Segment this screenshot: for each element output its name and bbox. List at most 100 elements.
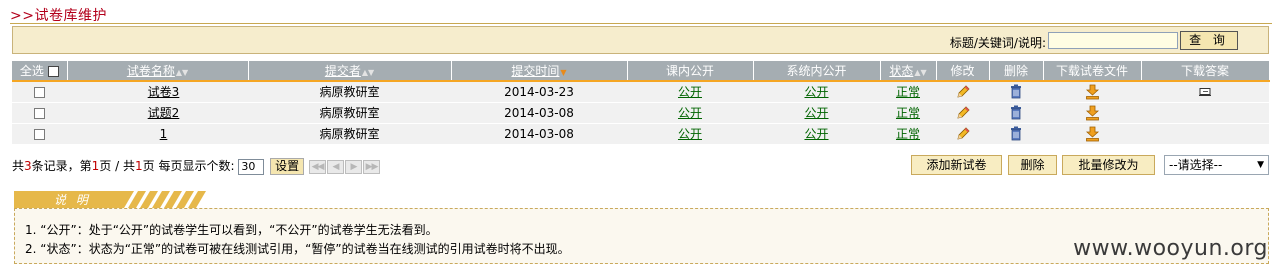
row-checkbox[interactable] bbox=[34, 107, 45, 119]
trash-icon[interactable] bbox=[1009, 105, 1023, 120]
status-cell: 正常 bbox=[880, 80, 936, 103]
row-checkbox[interactable] bbox=[34, 128, 45, 140]
pager-page-suffix: 页 / 共 bbox=[99, 159, 135, 173]
sort-icon[interactable]: ▲▼ bbox=[362, 68, 374, 77]
search-input[interactable] bbox=[1048, 32, 1178, 49]
download-icon[interactable] bbox=[1085, 126, 1100, 142]
select-all-checkbox[interactable] bbox=[47, 66, 59, 77]
course-public-link[interactable]: 公开 bbox=[678, 85, 702, 99]
system-public-link[interactable]: 公开 bbox=[804, 85, 828, 99]
batch-status-select[interactable]: --请选择-- ▼ bbox=[1164, 155, 1269, 175]
sort-desc-icon[interactable]: ▼ bbox=[560, 68, 566, 77]
system-public-cell: 公开 bbox=[753, 80, 880, 103]
download-answer-cell bbox=[1141, 80, 1269, 103]
status-cell: 正常 bbox=[880, 102, 936, 124]
submit-time-cell: 2014-03-08 bbox=[451, 102, 627, 124]
table-row: 试卷3 病原教研室 2014-03-23 公开 公开 正常 bbox=[12, 80, 1269, 103]
watermark: www.wooyun.org bbox=[1073, 236, 1268, 261]
page-size-input[interactable]: 30 bbox=[238, 158, 265, 175]
first-page-icon[interactable]: ◀◀ bbox=[308, 159, 326, 174]
paper-table: 全选 试卷名称▲▼ 提交者▲▼ 提交时间▼ 课内公开 系统内公开 状态▲▼ 修改… bbox=[12, 61, 1270, 145]
select-all-label: 全选 bbox=[19, 64, 44, 78]
table-row: 试题2 病原教研室 2014-03-08 公开 公开 正常 bbox=[12, 102, 1269, 124]
edit-cell bbox=[936, 123, 989, 145]
system-public-cell: 公开 bbox=[753, 102, 880, 124]
download-answer-cell bbox=[1141, 102, 1269, 124]
download-icon[interactable] bbox=[1085, 105, 1100, 121]
page-title: >>试卷库维护 bbox=[10, 8, 107, 24]
name-cell: 试题2 bbox=[67, 102, 248, 124]
edit-cell bbox=[936, 102, 989, 124]
pencil-icon[interactable] bbox=[955, 126, 971, 142]
search-button[interactable]: 查 询 bbox=[1180, 31, 1238, 50]
set-page-size-button[interactable]: 设置 bbox=[270, 158, 305, 175]
notice-tab: 说 明 bbox=[14, 191, 206, 208]
row-checkbox[interactable] bbox=[34, 86, 45, 98]
submitter-sort-link[interactable]: 提交者 bbox=[325, 64, 361, 78]
prev-page-icon[interactable]: ◀ bbox=[326, 159, 344, 174]
paper-name-link[interactable]: 1 bbox=[160, 127, 168, 141]
system-public-link[interactable]: 公开 bbox=[804, 127, 828, 141]
status-column-header[interactable]: 状态▲▼ bbox=[880, 61, 937, 81]
pager-prefix: 共 bbox=[12, 159, 25, 173]
submit-time-column-header[interactable]: 提交时间▼ bbox=[451, 61, 628, 81]
row-checkbox-cell bbox=[12, 80, 67, 103]
row-checkbox-cell bbox=[12, 102, 67, 124]
paper-name-link[interactable]: 试卷3 bbox=[148, 85, 180, 99]
total-count: 3 bbox=[24, 159, 32, 173]
pencil-icon[interactable] bbox=[955, 84, 971, 100]
submitter-cell: 病原教研室 bbox=[248, 80, 451, 103]
course-public-cell: 公开 bbox=[627, 102, 753, 124]
trash-icon[interactable] bbox=[1009, 84, 1023, 99]
title-divider bbox=[10, 23, 1272, 24]
batch-modify-button[interactable]: 批量修改为 bbox=[1062, 155, 1155, 175]
next-page-icon[interactable]: ▶ bbox=[344, 159, 362, 174]
course-public-link[interactable]: 公开 bbox=[678, 106, 702, 120]
download-answer-column-header: 下载答案 bbox=[1141, 61, 1270, 81]
pencil-icon[interactable] bbox=[955, 105, 971, 121]
sort-icon[interactable]: ▲▼ bbox=[914, 68, 926, 77]
notice-title: 说 明 bbox=[54, 193, 91, 207]
search-bar: 标题/关键词/说明: 查 询 bbox=[12, 26, 1269, 54]
delete-column-header: 删除 bbox=[989, 61, 1044, 81]
download-icon[interactable] bbox=[1085, 84, 1100, 100]
status-cell: 正常 bbox=[880, 123, 936, 145]
delete-cell bbox=[989, 102, 1043, 124]
delete-cell bbox=[989, 123, 1043, 145]
delete-button[interactable]: 删除 bbox=[1008, 155, 1057, 175]
submit-time-cell: 2014-03-08 bbox=[451, 123, 627, 145]
batch-status-value: --请选择-- bbox=[1169, 158, 1223, 172]
delete-cell bbox=[989, 80, 1043, 103]
course-public-link[interactable]: 公开 bbox=[678, 127, 702, 141]
download-paper-column-header: 下载试卷文件 bbox=[1043, 61, 1142, 81]
trash-icon[interactable] bbox=[1009, 126, 1023, 141]
status-link[interactable]: 正常 bbox=[896, 106, 920, 120]
add-paper-button[interactable]: 添加新试卷 bbox=[911, 155, 1002, 175]
paper-name-link[interactable]: 试题2 bbox=[148, 106, 180, 120]
edit-cell bbox=[936, 80, 989, 103]
notice-line-1: 1. “公开”：处于“公开”的试卷学生可以看到，“不公开”的试卷学生无法看到。 bbox=[25, 223, 438, 237]
system-public-cell: 公开 bbox=[753, 123, 880, 145]
system-public-link[interactable]: 公开 bbox=[804, 106, 828, 120]
name-column-header[interactable]: 试卷名称▲▼ bbox=[67, 61, 249, 81]
last-page-icon[interactable]: ▶▶ bbox=[362, 159, 380, 174]
submit-time-sort-link[interactable]: 提交时间 bbox=[511, 64, 559, 78]
status-sort-link[interactable]: 状态 bbox=[889, 64, 913, 78]
pagination: 共3条记录，第1页 / 共1页 每页显示个数: 30 设置 ◀◀ ◀ ▶ ▶▶ bbox=[12, 157, 380, 175]
select-all-header: 全选 bbox=[12, 61, 68, 81]
submit-time-cell: 2014-03-23 bbox=[451, 80, 627, 103]
sort-icon[interactable]: ▲▼ bbox=[176, 68, 188, 77]
name-sort-link[interactable]: 试卷名称 bbox=[127, 64, 175, 78]
system-public-column-header: 系统内公开 bbox=[753, 61, 881, 81]
download-answer-cell bbox=[1141, 123, 1269, 145]
answer-file-icon[interactable] bbox=[1198, 87, 1212, 97]
total-pages: 1 bbox=[135, 159, 143, 173]
pager-records-suffix: 条记录，第 bbox=[31, 159, 92, 173]
name-cell: 1 bbox=[67, 123, 248, 145]
status-link[interactable]: 正常 bbox=[896, 85, 920, 99]
status-link[interactable]: 正常 bbox=[896, 127, 920, 141]
notice-line-2: 2. “状态”：状态为“正常”的试卷可被在线测试引用，“暂停”的试卷当在线测试的… bbox=[25, 242, 570, 256]
search-label: 标题/关键词/说明: bbox=[949, 36, 1046, 50]
table-header-row: 全选 试卷名称▲▼ 提交者▲▼ 提交时间▼ 课内公开 系统内公开 状态▲▼ 修改… bbox=[12, 61, 1270, 81]
submitter-column-header[interactable]: 提交者▲▼ bbox=[248, 61, 452, 81]
